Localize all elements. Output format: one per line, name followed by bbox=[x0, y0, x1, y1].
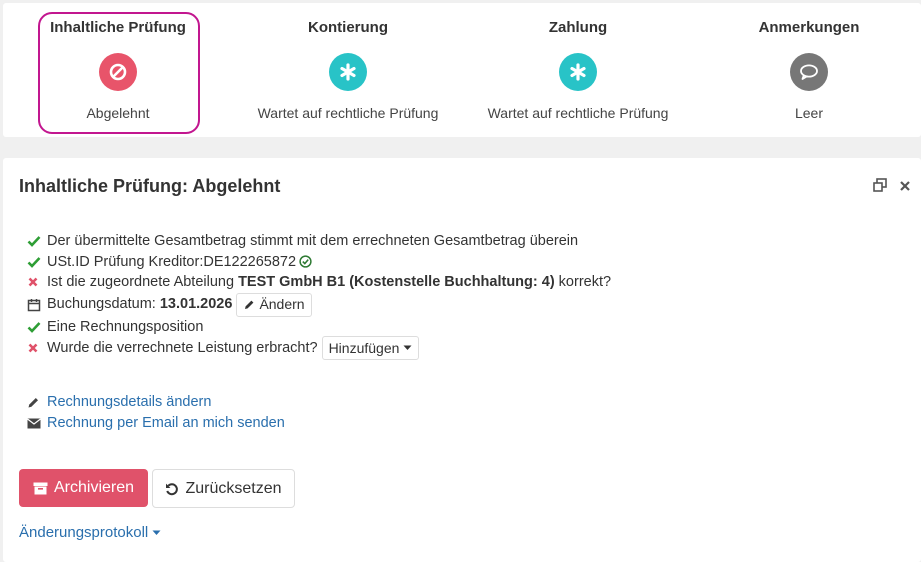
check-icon bbox=[27, 256, 47, 268]
check-text: Wurde die verrechnete Leistung erbracht? bbox=[47, 339, 318, 356]
times-icon bbox=[27, 276, 47, 288]
comment-icon bbox=[790, 53, 828, 91]
archive-button[interactable]: Archivieren bbox=[19, 469, 148, 507]
asterisk-icon bbox=[329, 53, 367, 91]
check-row-department: Ist die zugeordnete Abteilung TEST GmbH … bbox=[27, 272, 611, 293]
step-status: Wartet auf rechtliche Prüfung bbox=[257, 105, 439, 121]
review-panel: Inhaltliche Prüfung: Abgelehnt Der überm… bbox=[3, 158, 921, 562]
caret-down-icon bbox=[403, 345, 412, 351]
calendar-icon bbox=[27, 298, 47, 312]
ban-icon bbox=[99, 53, 137, 91]
changelog-toggle[interactable]: Änderungsprotokoll bbox=[19, 524, 161, 541]
check-icon bbox=[27, 321, 47, 333]
check-list: Der übermittelte Gesamtbetrag stimmt mit… bbox=[27, 231, 611, 360]
check-row-total: Der übermittelte Gesamtbetrag stimmt mit… bbox=[27, 231, 611, 252]
department-name: TEST GmbH B1 bbox=[238, 274, 346, 290]
check-row-position: Eine Rechnungsposition bbox=[27, 317, 611, 338]
check-icon bbox=[27, 235, 47, 248]
check-text: Der übermittelte Gesamtbetrag stimmt mit… bbox=[47, 233, 579, 249]
pencil-icon bbox=[27, 396, 47, 409]
panel-title: Inhaltliche Prüfung: Abgelehnt bbox=[19, 176, 281, 196]
step-title: Anmerkungen bbox=[758, 19, 860, 36]
check-text: USt.ID Prüfung Kreditor: bbox=[47, 253, 204, 270]
edit-details-row: Rechnungsdetails ändern bbox=[27, 392, 285, 413]
change-date-label: Ändern bbox=[259, 296, 305, 313]
step-title: Zahlung bbox=[548, 19, 608, 36]
archive-label: Archivieren bbox=[53, 479, 135, 496]
times-icon bbox=[27, 342, 47, 354]
caret-down-icon bbox=[152, 530, 161, 536]
asterisk-icon bbox=[559, 53, 597, 91]
check-row-date: Buchungsdatum: 13.01.2026 Ändern bbox=[27, 292, 611, 317]
send-email-link[interactable]: Rechnung per Email an mich senden bbox=[47, 413, 285, 434]
close-icon[interactable] bbox=[899, 179, 911, 197]
cost-center: (Kostenstelle Buchhaltung: 4) bbox=[349, 274, 555, 290]
change-date-button[interactable]: Ändern bbox=[236, 292, 312, 317]
panel-tools bbox=[873, 178, 911, 197]
ust-id-value: DE122265872 bbox=[203, 253, 297, 270]
step-status: Wartet auf rechtliche Prüfung bbox=[487, 105, 669, 121]
window-restore-icon[interactable] bbox=[873, 178, 887, 197]
verified-icon bbox=[299, 255, 312, 268]
action-links: Rechnungsdetails ändern Rechnung per Ema… bbox=[27, 392, 285, 434]
edit-details-link[interactable]: Rechnungsdetails ändern bbox=[47, 392, 211, 413]
check-text-suffix: korrekt? bbox=[554, 274, 612, 290]
booking-date: 13.01.2026 bbox=[159, 296, 233, 313]
reset-label: Zurücksetzen bbox=[185, 479, 282, 497]
add-service-dropdown[interactable]: Hinzufügen bbox=[321, 336, 420, 360]
archive-icon bbox=[33, 482, 48, 495]
check-row-ust: USt.ID Prüfung Kreditor: DE122265872 bbox=[27, 252, 611, 273]
send-email-row: Rechnung per Email an mich senden bbox=[27, 413, 285, 434]
step-title: Kontierung bbox=[308, 19, 388, 36]
changelog-label: Änderungsprotokoll bbox=[19, 524, 149, 541]
check-text: Eine Rechnungsposition bbox=[47, 318, 204, 335]
envelope-icon bbox=[27, 418, 47, 429]
reset-button[interactable]: Zurücksetzen bbox=[152, 469, 295, 508]
check-text: Ist die zugeordnete Abteilung bbox=[47, 274, 239, 290]
check-row-service: Wurde die verrechnete Leistung erbracht?… bbox=[27, 336, 611, 360]
pencil-icon bbox=[243, 299, 255, 311]
workflow-steps: Inhaltliche Prüfung Abgelehnt Kontierung… bbox=[3, 3, 921, 137]
step-status: Abgelehnt bbox=[86, 105, 150, 121]
undo-icon bbox=[165, 482, 179, 496]
add-service-label: Hinzufügen bbox=[328, 339, 400, 356]
check-text: Buchungsdatum: bbox=[47, 296, 160, 313]
step-status: Leer bbox=[794, 105, 824, 121]
step-title: Inhaltliche Prüfung bbox=[50, 19, 186, 36]
